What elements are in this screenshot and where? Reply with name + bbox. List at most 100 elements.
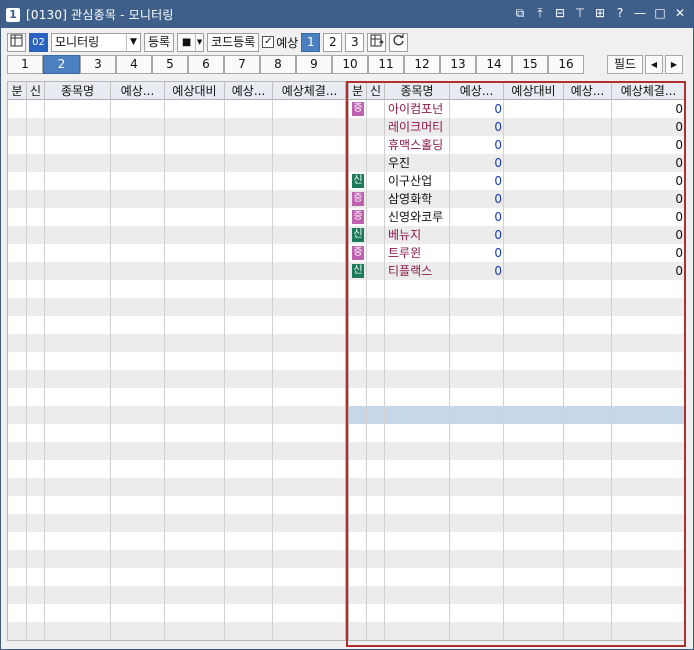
- dropdown-arrow-icon[interactable]: ▼: [195, 33, 203, 51]
- stock-name[interactable]: 베뉴지: [388, 226, 421, 244]
- layout-toggle-icon[interactable]: [7, 32, 26, 52]
- grid-row[interactable]: 증 삼영화학 0 0: [349, 190, 684, 208]
- col-header-expected[interactable]: 예상...: [111, 82, 165, 100]
- stock-name[interactable]: 티플랙스: [388, 262, 432, 280]
- col-header-expected-rate[interactable]: 예상...: [564, 82, 612, 100]
- col-header-name[interactable]: 종목명: [45, 82, 111, 100]
- grid-row[interactable]: [349, 604, 684, 622]
- field-button[interactable]: 필드: [607, 55, 643, 74]
- grid-row[interactable]: [8, 460, 345, 478]
- grid-row[interactable]: [8, 100, 345, 118]
- prev-arrow-icon[interactable]: ◀: [645, 55, 663, 74]
- col-header-expected[interactable]: 예상...: [450, 82, 504, 100]
- tab-8[interactable]: 8: [260, 55, 296, 74]
- stock-name[interactable]: 트루윈: [388, 244, 421, 262]
- col-header-category[interactable]: 분: [349, 82, 367, 100]
- grid-row[interactable]: [8, 262, 345, 280]
- grid-row[interactable]: [8, 424, 345, 442]
- grid-row[interactable]: [8, 316, 345, 334]
- maximize-icon[interactable]: □: [653, 6, 667, 20]
- tab-15[interactable]: 15: [512, 55, 548, 74]
- register-button[interactable]: 등록: [144, 32, 175, 52]
- grid-row[interactable]: [8, 388, 345, 406]
- minimize-icon[interactable]: —: [633, 6, 647, 20]
- grid-row[interactable]: [349, 424, 684, 442]
- grid-row[interactable]: [349, 388, 684, 406]
- help-icon[interactable]: ?: [613, 6, 627, 20]
- stop-dropdown-button[interactable]: ■ ▼: [177, 32, 205, 52]
- expect-checkbox[interactable]: ✓: [262, 36, 275, 48]
- next-arrow-icon[interactable]: ▶: [665, 55, 683, 74]
- stock-name[interactable]: 신영와코루: [388, 208, 443, 226]
- page-button-3[interactable]: 3: [345, 32, 365, 52]
- expect-checkbox-group[interactable]: ✓ 예상: [262, 34, 298, 51]
- close-icon[interactable]: ✕: [673, 6, 687, 20]
- grid-row[interactable]: [349, 496, 684, 514]
- stock-name[interactable]: 레이크머티: [388, 118, 443, 136]
- page-button-1[interactable]: 1: [301, 32, 321, 52]
- grid-row[interactable]: [8, 604, 345, 622]
- grid-row[interactable]: [8, 496, 345, 514]
- grid-row[interactable]: 우진 0 0: [349, 154, 684, 172]
- page-button-2[interactable]: 2: [323, 32, 343, 52]
- grid-row[interactable]: [349, 460, 684, 478]
- grid-row[interactable]: [8, 136, 345, 154]
- tab-11[interactable]: 11: [368, 55, 404, 74]
- grid-row[interactable]: [8, 226, 345, 244]
- col-header-expected-rate[interactable]: 예상...: [225, 82, 273, 100]
- grid-row[interactable]: [8, 532, 345, 550]
- grid-row[interactable]: 증 트루윈 0 0: [349, 244, 684, 262]
- grid-row[interactable]: [349, 532, 684, 550]
- grid-row[interactable]: [349, 316, 684, 334]
- grid-row[interactable]: [8, 334, 345, 352]
- stock-name[interactable]: 삼영화학: [388, 190, 432, 208]
- stock-name[interactable]: 이구산업: [388, 172, 432, 190]
- col-header-expected-volume[interactable]: 예상체결...: [273, 82, 345, 100]
- grid-row[interactable]: [8, 568, 345, 586]
- grid-row[interactable]: [8, 298, 345, 316]
- grid-row[interactable]: 레이크머티 0 0: [349, 118, 684, 136]
- table-export-icon[interactable]: [367, 32, 387, 52]
- grid-row[interactable]: [8, 154, 345, 172]
- tab-3[interactable]: 3: [80, 55, 116, 74]
- stock-name[interactable]: 아이컴포넌: [388, 100, 443, 118]
- stock-name[interactable]: 휴맥스홀딩: [388, 136, 443, 154]
- grid-row[interactable]: 신 베뉴지 0 0: [349, 226, 684, 244]
- chevron-down-icon[interactable]: ▼: [126, 33, 140, 51]
- grid-row[interactable]: [349, 622, 684, 640]
- tab-9[interactable]: 9: [296, 55, 332, 74]
- tab-13[interactable]: 13: [440, 55, 476, 74]
- grid-row[interactable]: [8, 208, 345, 226]
- tab-14[interactable]: 14: [476, 55, 512, 74]
- tab-4[interactable]: 4: [116, 55, 152, 74]
- grid-row[interactable]: [349, 442, 684, 460]
- grid-row[interactable]: [8, 406, 345, 424]
- tab-2[interactable]: 2: [43, 55, 80, 74]
- tab-16[interactable]: 16: [548, 55, 584, 74]
- grid-row[interactable]: [8, 118, 345, 136]
- grid-row[interactable]: [349, 568, 684, 586]
- grid-row[interactable]: 증 신영와코루 0 0: [349, 208, 684, 226]
- link-icon[interactable]: ⧉: [513, 6, 527, 20]
- grid-icon[interactable]: ⊞: [593, 6, 607, 20]
- grid-row[interactable]: [349, 550, 684, 568]
- col-header-new[interactable]: 신: [27, 82, 45, 100]
- grid-row[interactable]: [8, 172, 345, 190]
- tab-1[interactable]: 1: [7, 55, 43, 74]
- tab-10[interactable]: 10: [332, 55, 368, 74]
- grid-row[interactable]: [349, 586, 684, 604]
- group-number-badge[interactable]: 02: [29, 32, 48, 52]
- tab-7[interactable]: 7: [224, 55, 260, 74]
- grid-row[interactable]: [8, 370, 345, 388]
- col-header-expected-change[interactable]: 예상대비: [165, 82, 225, 100]
- grid-row[interactable]: [8, 280, 345, 298]
- grid-row[interactable]: [8, 550, 345, 568]
- group-select[interactable]: 모니터링 ▼: [51, 32, 141, 52]
- refresh-icon[interactable]: [389, 32, 409, 52]
- grid-row[interactable]: [8, 244, 345, 262]
- grid-row[interactable]: [8, 514, 345, 532]
- grid-row[interactable]: [8, 622, 345, 640]
- grid-row[interactable]: 증 아이컴포넌 0 0: [349, 100, 684, 118]
- grid-row[interactable]: [349, 478, 684, 496]
- grid-row[interactable]: 휴맥스홀딩 0 0: [349, 136, 684, 154]
